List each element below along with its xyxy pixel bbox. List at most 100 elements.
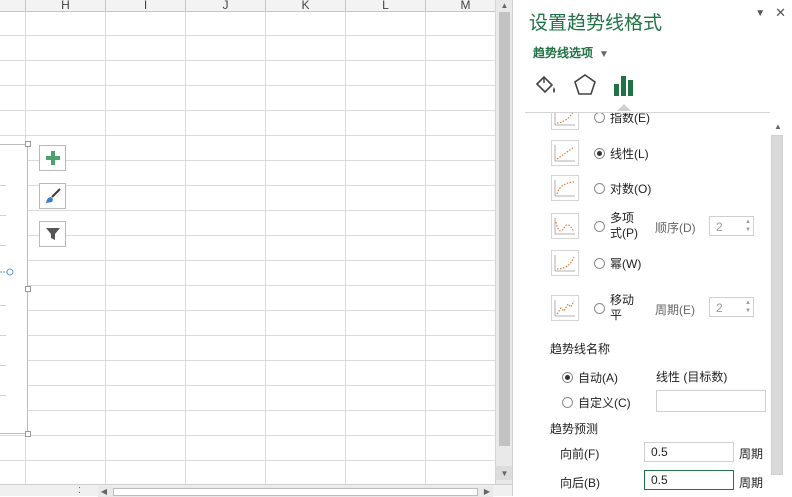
trend-label-exponential: 指数(E) — [610, 113, 650, 125]
forecast-backward-unit: 周期 — [739, 476, 764, 490]
sheet-bottom-bar: : ◀ ▶ — [0, 484, 512, 497]
trend-radio-logarithmic[interactable] — [594, 182, 605, 194]
column-header-g[interactable] — [0, 0, 26, 12]
exponential-trend-icon — [551, 113, 579, 130]
trendline-marker-icon[interactable] — [0, 267, 16, 277]
trend-label-line: 式(P) — [610, 226, 638, 240]
logarithmic-trend-icon — [551, 175, 579, 201]
trendline-name-heading: 趋势线名称 — [550, 342, 611, 356]
auto-name-value: 线性 (目标数) — [656, 370, 728, 384]
name-option-custom[interactable]: 自定义(C) — [550, 394, 631, 411]
trend-option-moving-average[interactable]: 移动平 — [551, 293, 644, 323]
trend-radio-power[interactable] — [594, 257, 605, 269]
moving-average-period-value: 2 — [716, 301, 723, 315]
forecast-forward-input[interactable]: 0.5 — [644, 442, 734, 462]
sheet-vertical-scrollbar[interactable]: ▲ ▼ — [495, 0, 513, 484]
column-header[interactable]: H — [26, 0, 106, 12]
polynomial-trend-icon — [551, 213, 579, 239]
polynomial-order-stepper[interactable]: 2 ▲ ▼ — [709, 216, 754, 236]
stepper-arrows-icon[interactable]: ▲ ▼ — [745, 218, 751, 234]
chart-filters-button[interactable] — [39, 221, 66, 247]
scroll-left-arrow-icon[interactable]: ◀ — [98, 486, 110, 497]
axis-tick — [0, 245, 6, 246]
trend-option-polynomial[interactable]: 多项 式(P) — [551, 211, 644, 241]
close-icon[interactable]: ✕ — [775, 6, 786, 19]
paint-bucket-icon[interactable] — [532, 72, 558, 98]
options-dropdown-label: 趋势线选项 — [533, 46, 594, 60]
chevron-down-icon: ▼ — [599, 49, 609, 60]
pentagon-icon[interactable] — [572, 72, 598, 98]
scroll-up-arrow-icon[interactable]: ▲ — [496, 0, 513, 11]
name-radio-custom[interactable] — [562, 397, 573, 408]
trend-option-linear[interactable]: 线性(L) — [551, 140, 649, 166]
chart-area[interactable] — [0, 144, 28, 434]
options-dropdown[interactable]: 趋势线选项 ▼ — [533, 44, 609, 61]
trend-radio-exponential[interactable] — [594, 113, 605, 123]
trend-label-power: 幂(W) — [610, 256, 642, 271]
moving-average-period-label: 周期(E) — [655, 303, 695, 317]
name-radio-auto[interactable] — [562, 372, 573, 383]
resize-handle[interactable] — [25, 141, 31, 147]
trend-label-line: 平 — [610, 308, 623, 322]
name-option-auto[interactable]: 自动(A) — [550, 369, 618, 386]
pane-title: 设置趋势线格式 — [529, 12, 663, 34]
axis-tick — [0, 335, 6, 336]
name-custom-label: 自定义(C) — [578, 396, 631, 410]
column-header[interactable]: M — [426, 0, 495, 12]
chart-styles-button[interactable] — [39, 183, 66, 209]
scrollbar-thumb[interactable] — [771, 135, 783, 475]
axis-tick — [0, 215, 6, 216]
polynomial-order-value: 2 — [716, 220, 723, 234]
trend-option-power[interactable]: 幂(W) — [551, 250, 641, 276]
trend-radio-polynomial[interactable] — [594, 220, 605, 232]
pane-vertical-scrollbar[interactable]: ▲ — [769, 118, 786, 496]
tab-splitter-handle[interactable]: : — [78, 484, 81, 496]
resize-handle[interactable] — [25, 286, 31, 292]
column-header[interactable]: K — [266, 0, 346, 12]
forecast-forward-unit: 周期 — [739, 447, 764, 461]
worksheet[interactable]: H I J K L M — [0, 0, 495, 484]
pane-controls: ▼ ✕ — [755, 6, 786, 19]
stepper-arrows-icon[interactable]: ▲ ▼ — [745, 299, 751, 315]
trend-radio-moving-average[interactable] — [594, 302, 605, 314]
column-header-row: H I J K L M — [0, 0, 495, 12]
scrollbar-thumb[interactable] — [499, 12, 510, 446]
trend-radio-linear[interactable] — [594, 147, 605, 159]
scroll-up-arrow-icon[interactable]: ▲ — [774, 122, 782, 131]
axis-tick — [0, 185, 6, 186]
forecast-backward-label: 向后(B) — [560, 476, 600, 490]
moving-average-trend-icon — [551, 295, 579, 321]
linear-trend-icon — [551, 140, 579, 166]
power-trend-icon — [551, 250, 579, 276]
selected-tab-indicator — [617, 104, 631, 111]
chart-elements-button[interactable] — [39, 145, 66, 171]
paintbrush-icon — [45, 188, 61, 203]
column-header[interactable]: L — [346, 0, 426, 12]
moving-average-period-stepper[interactable]: 2 ▲ ▼ — [709, 297, 754, 317]
forecast-heading: 趋势预测 — [550, 422, 599, 436]
trend-option-exponential[interactable]: 指数(E) — [551, 113, 650, 130]
format-trendline-pane: 设置趋势线格式 ▼ ✕ 趋势线选项 ▼ 指数(E) 线性(L) 对数(O) 多项… — [512, 0, 792, 496]
scroll-right-arrow-icon[interactable]: ▶ — [481, 486, 493, 497]
axis-tick — [0, 365, 6, 366]
plus-icon — [45, 151, 60, 165]
sheet-horizontal-scrollbar[interactable]: ◀ ▶ — [98, 486, 493, 497]
filter-icon — [45, 228, 60, 240]
bar-chart-icon[interactable] — [611, 72, 637, 98]
trendline-options-panel: 指数(E) 线性(L) 对数(O) 多项 式(P) 顺序(D) 2 ▲ ▼ 幂(… — [513, 113, 769, 496]
column-header[interactable]: I — [106, 0, 186, 12]
forecast-backward-input[interactable]: 0.5 — [644, 470, 734, 490]
scroll-down-arrow-icon[interactable]: ▼ — [496, 466, 513, 480]
scrollbar-thumb[interactable] — [113, 488, 478, 496]
trend-label-moving-average: 移动平 — [610, 293, 644, 323]
resize-handle[interactable] — [25, 431, 31, 437]
polynomial-order-label: 顺序(D) — [655, 221, 696, 235]
column-header[interactable]: J — [186, 0, 266, 12]
trend-option-logarithmic[interactable]: 对数(O) — [551, 175, 651, 201]
trend-label-line: 移动 — [610, 293, 635, 307]
cell-grid[interactable] — [0, 12, 495, 484]
forecast-forward-label: 向前(F) — [560, 447, 600, 461]
pane-options-dropdown-icon[interactable]: ▼ — [755, 8, 765, 19]
trend-label-line: 多项 — [610, 211, 635, 225]
custom-name-input[interactable] — [656, 390, 766, 412]
